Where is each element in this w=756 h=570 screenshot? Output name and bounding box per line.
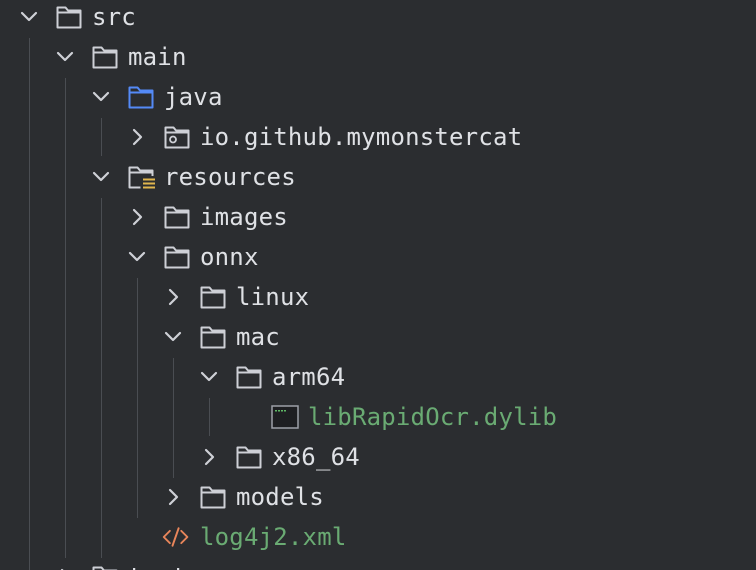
tree-item-label: models	[236, 483, 324, 511]
chevron-right-icon[interactable]	[127, 207, 147, 227]
tree-row-linux[interactable]: linux	[0, 277, 756, 317]
tree-item-label: java	[164, 83, 223, 111]
chevron-right-icon[interactable]	[199, 447, 219, 467]
chevron-down-icon[interactable]	[91, 167, 111, 187]
folder-icon	[236, 366, 262, 389]
source-root-folder-icon	[128, 86, 154, 109]
tree-item-label: linux	[236, 283, 310, 311]
resources-folder-icon	[128, 166, 155, 189]
tree-item-label: libRapidOcr.dylib	[308, 403, 558, 431]
folder-icon	[200, 486, 226, 509]
tree-item-label: io.github.mymonstercat	[200, 123, 523, 151]
chevron-right-icon[interactable]	[163, 287, 183, 307]
tree-row-x86-64[interactable]: x86_64	[0, 437, 756, 477]
tree-row-java[interactable]: java	[0, 77, 756, 117]
tree-item-label: x86_64	[272, 443, 360, 471]
folder-icon	[92, 46, 118, 69]
tree-item-label: src	[92, 3, 136, 31]
folder-icon	[236, 446, 262, 469]
xml-file-icon	[162, 527, 189, 547]
tree-item-label: images	[200, 203, 288, 231]
tree-item-label: log4j2.xml	[200, 523, 347, 551]
tree-row-main[interactable]: main	[0, 37, 756, 77]
tree-row-test[interactable]: test	[0, 557, 756, 570]
tree-row-src[interactable]: src	[0, 0, 756, 37]
chevron-down-icon[interactable]	[19, 7, 39, 27]
tree-item-label: arm64	[272, 363, 346, 391]
folder-icon	[56, 6, 82, 29]
chevron-down-icon[interactable]	[199, 367, 219, 387]
folder-icon	[200, 286, 226, 309]
tree-row-images[interactable]: images	[0, 197, 756, 237]
folder-icon	[164, 206, 190, 229]
folder-icon	[200, 326, 226, 349]
binary-file-icon	[271, 405, 299, 429]
folder-icon	[92, 566, 118, 570]
tree-item-label: main	[128, 43, 187, 71]
tree-row-package[interactable]: io.github.mymonstercat	[0, 117, 756, 157]
chevron-down-icon[interactable]	[55, 47, 75, 67]
tree-row-librapidocr[interactable]: libRapidOcr.dylib	[0, 397, 756, 437]
tree-row-mac[interactable]: mac	[0, 317, 756, 357]
project-tree: src main java io.github.mymonstercat res…	[0, 0, 756, 570]
tree-item-label: resources	[164, 163, 296, 191]
tree-row-onnx[interactable]: onnx	[0, 237, 756, 277]
tree-item-label: onnx	[200, 243, 259, 271]
chevron-down-icon[interactable]	[91, 87, 111, 107]
package-icon	[164, 126, 190, 149]
chevron-right-icon[interactable]	[127, 127, 147, 147]
chevron-down-icon[interactable]	[127, 247, 147, 267]
tree-row-log4j2[interactable]: log4j2.xml	[0, 517, 756, 557]
chevron-right-icon[interactable]	[163, 487, 183, 507]
tree-item-label: test	[128, 557, 187, 570]
folder-icon	[164, 246, 190, 269]
tree-row-models[interactable]: models	[0, 477, 756, 517]
chevron-down-icon[interactable]	[163, 327, 183, 347]
tree-item-label: mac	[236, 323, 280, 351]
tree-row-resources[interactable]: resources	[0, 157, 756, 197]
tree-row-arm64[interactable]: arm64	[0, 357, 756, 397]
